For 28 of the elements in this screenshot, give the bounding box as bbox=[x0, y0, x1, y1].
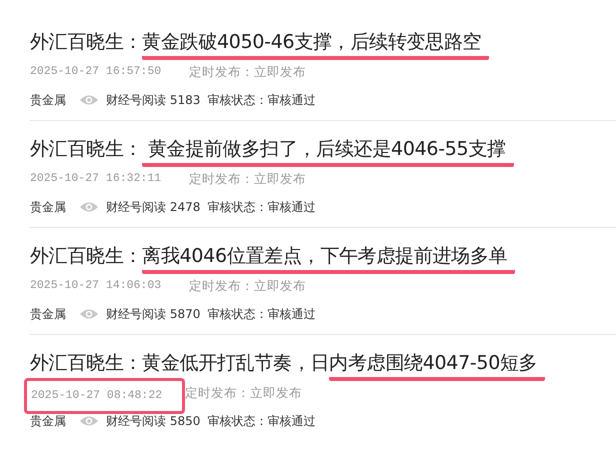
publish-time: 2025-10-27 16:57:50 bbox=[30, 64, 162, 80]
read-count: 财经号阅读 2478 bbox=[106, 199, 200, 216]
review-status: 审核状态：审核通过 bbox=[207, 92, 316, 109]
read-count: 财经号阅读 5870 bbox=[106, 306, 200, 323]
schedule-text: 定时发布：立即发布 bbox=[189, 276, 306, 295]
schedule-text: 定时发布：立即发布 bbox=[189, 62, 306, 81]
article-title[interactable]: 外汇百晓生： 黄金提前做多扫了，后续还是4046-55支撑 bbox=[30, 137, 514, 167]
article-title[interactable]: 外汇百晓生：离我4046位置差点，下午考虑提前进场多单 bbox=[30, 244, 516, 274]
category-text: 贵金属 bbox=[30, 199, 66, 216]
publish-time: 2025-10-27 08:48:22 bbox=[24, 378, 186, 414]
read-count: 财经号阅读 5183 bbox=[106, 92, 200, 109]
eye-icon bbox=[79, 415, 99, 427]
article-title[interactable]: 外汇百晓生：黄金低开打乱节奏，日 内考虑围绕4047-50短多 bbox=[30, 351, 546, 381]
category-text: 贵金属 bbox=[30, 413, 66, 430]
eye-icon bbox=[79, 308, 99, 320]
schedule-text: 定时发布：立即发布 bbox=[189, 170, 306, 188]
category-text: 贵金属 bbox=[30, 92, 66, 109]
article-title[interactable]: 外汇百晓生：黄金跌破4050-46支撑，后续转变思路空 bbox=[30, 30, 490, 60]
review-status: 审核状态：审核通过 bbox=[207, 199, 316, 216]
schedule-text: 定时发布：立即发布 bbox=[185, 384, 302, 402]
publish-time: 2025-10-27 14:06:03 bbox=[30, 278, 162, 294]
review-status: 审核状态：审核通过 bbox=[207, 413, 316, 430]
eye-icon bbox=[79, 94, 99, 106]
publish-time: 2025-10-27 16:32:11 bbox=[30, 171, 162, 188]
eye-icon bbox=[79, 201, 99, 213]
review-status: 审核状态：审核通过 bbox=[207, 306, 316, 323]
read-count: 财经号阅读 5850 bbox=[106, 413, 200, 430]
category-text: 贵金属 bbox=[30, 306, 66, 323]
